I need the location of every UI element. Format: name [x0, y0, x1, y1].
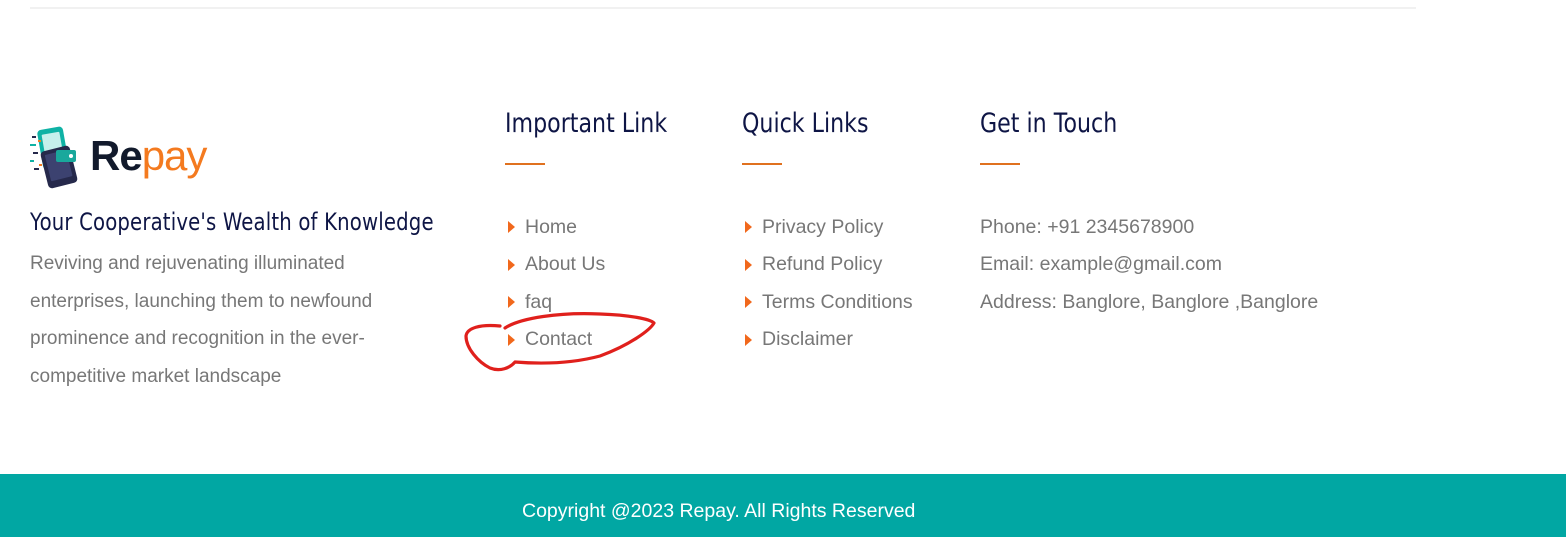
link-label: Terms Conditions [762, 290, 913, 313]
caret-right-icon [745, 221, 752, 234]
important-links-title: Important Link [505, 108, 668, 139]
quick-links-column: Quick Links Privacy Policy Refund Policy… [742, 106, 913, 359]
repay-logo[interactable]: Repay [30, 126, 460, 190]
contact-address: Address: Banglore, Banglore ,Banglore [980, 290, 1319, 313]
contact-phone: Phone: +91 2345678900 [980, 215, 1195, 238]
brand-tagline: Your Cooperative's Wealth of Knowledge [30, 208, 434, 236]
contact-email: Email: example@gmail.com [980, 253, 1222, 276]
footer-link-refund-policy[interactable]: Refund Policy [742, 246, 913, 284]
brand-description: Reviving and rejuvenating illuminated en… [30, 253, 373, 387]
important-links-list: Home About Us faq Contact [505, 209, 703, 359]
caret-right-icon [745, 258, 752, 271]
caret-right-icon [745, 296, 752, 309]
link-label: Privacy Policy [762, 215, 884, 238]
link-label: Refund Policy [762, 253, 883, 276]
title-underline [505, 163, 545, 165]
title-underline [742, 163, 782, 165]
footer-bar: Copyright @2023 Repay. All Rights Reserv… [0, 474, 1566, 537]
caret-right-icon [508, 221, 515, 234]
footer-link-privacy-policy[interactable]: Privacy Policy [742, 209, 913, 247]
link-label: Disclaimer [762, 328, 854, 351]
quick-links-title: Quick Links [742, 108, 869, 139]
caret-right-icon [508, 296, 515, 309]
contact-title: Get in Touch [980, 108, 1118, 139]
contact-list: Phone: +91 2345678900 Email: example@gma… [980, 209, 1318, 322]
footer-link-disclaimer[interactable]: Disclaimer [742, 321, 913, 359]
footer-link-terms-conditions[interactable]: Terms Conditions [742, 284, 913, 322]
link-label: Contact [525, 328, 593, 351]
footer-link-home[interactable]: Home [505, 209, 703, 247]
caret-right-icon [508, 258, 515, 271]
logo-pay: pay [141, 132, 208, 179]
top-divider [30, 7, 1416, 9]
phone-wallet-logo-icon [30, 126, 84, 190]
caret-right-icon [508, 333, 515, 346]
title-underline [980, 163, 1020, 165]
quick-links-list: Privacy Policy Refund Policy Terms Condi… [742, 209, 913, 359]
contact-column: Get in Touch Phone: +91 2345678900 Email… [980, 106, 1318, 321]
logo-re: Re [90, 132, 143, 179]
logo-wordmark: Repay [90, 132, 208, 179]
important-links-column: Important Link Home About Us faq Contact [505, 106, 703, 359]
copyright-text: Copyright @2023 Repay. All Rights Reserv… [522, 500, 916, 522]
link-label: About Us [525, 253, 606, 276]
footer-link-about-us[interactable]: About Us [505, 246, 703, 284]
brand-column: Repay Your Cooperative's Wealth of Knowl… [30, 126, 460, 395]
link-label: Home [525, 215, 578, 238]
link-label: faq [525, 290, 553, 313]
footer-link-faq[interactable]: faq [505, 284, 703, 322]
caret-right-icon [745, 333, 752, 346]
footer-link-contact[interactable]: Contact [505, 321, 703, 359]
